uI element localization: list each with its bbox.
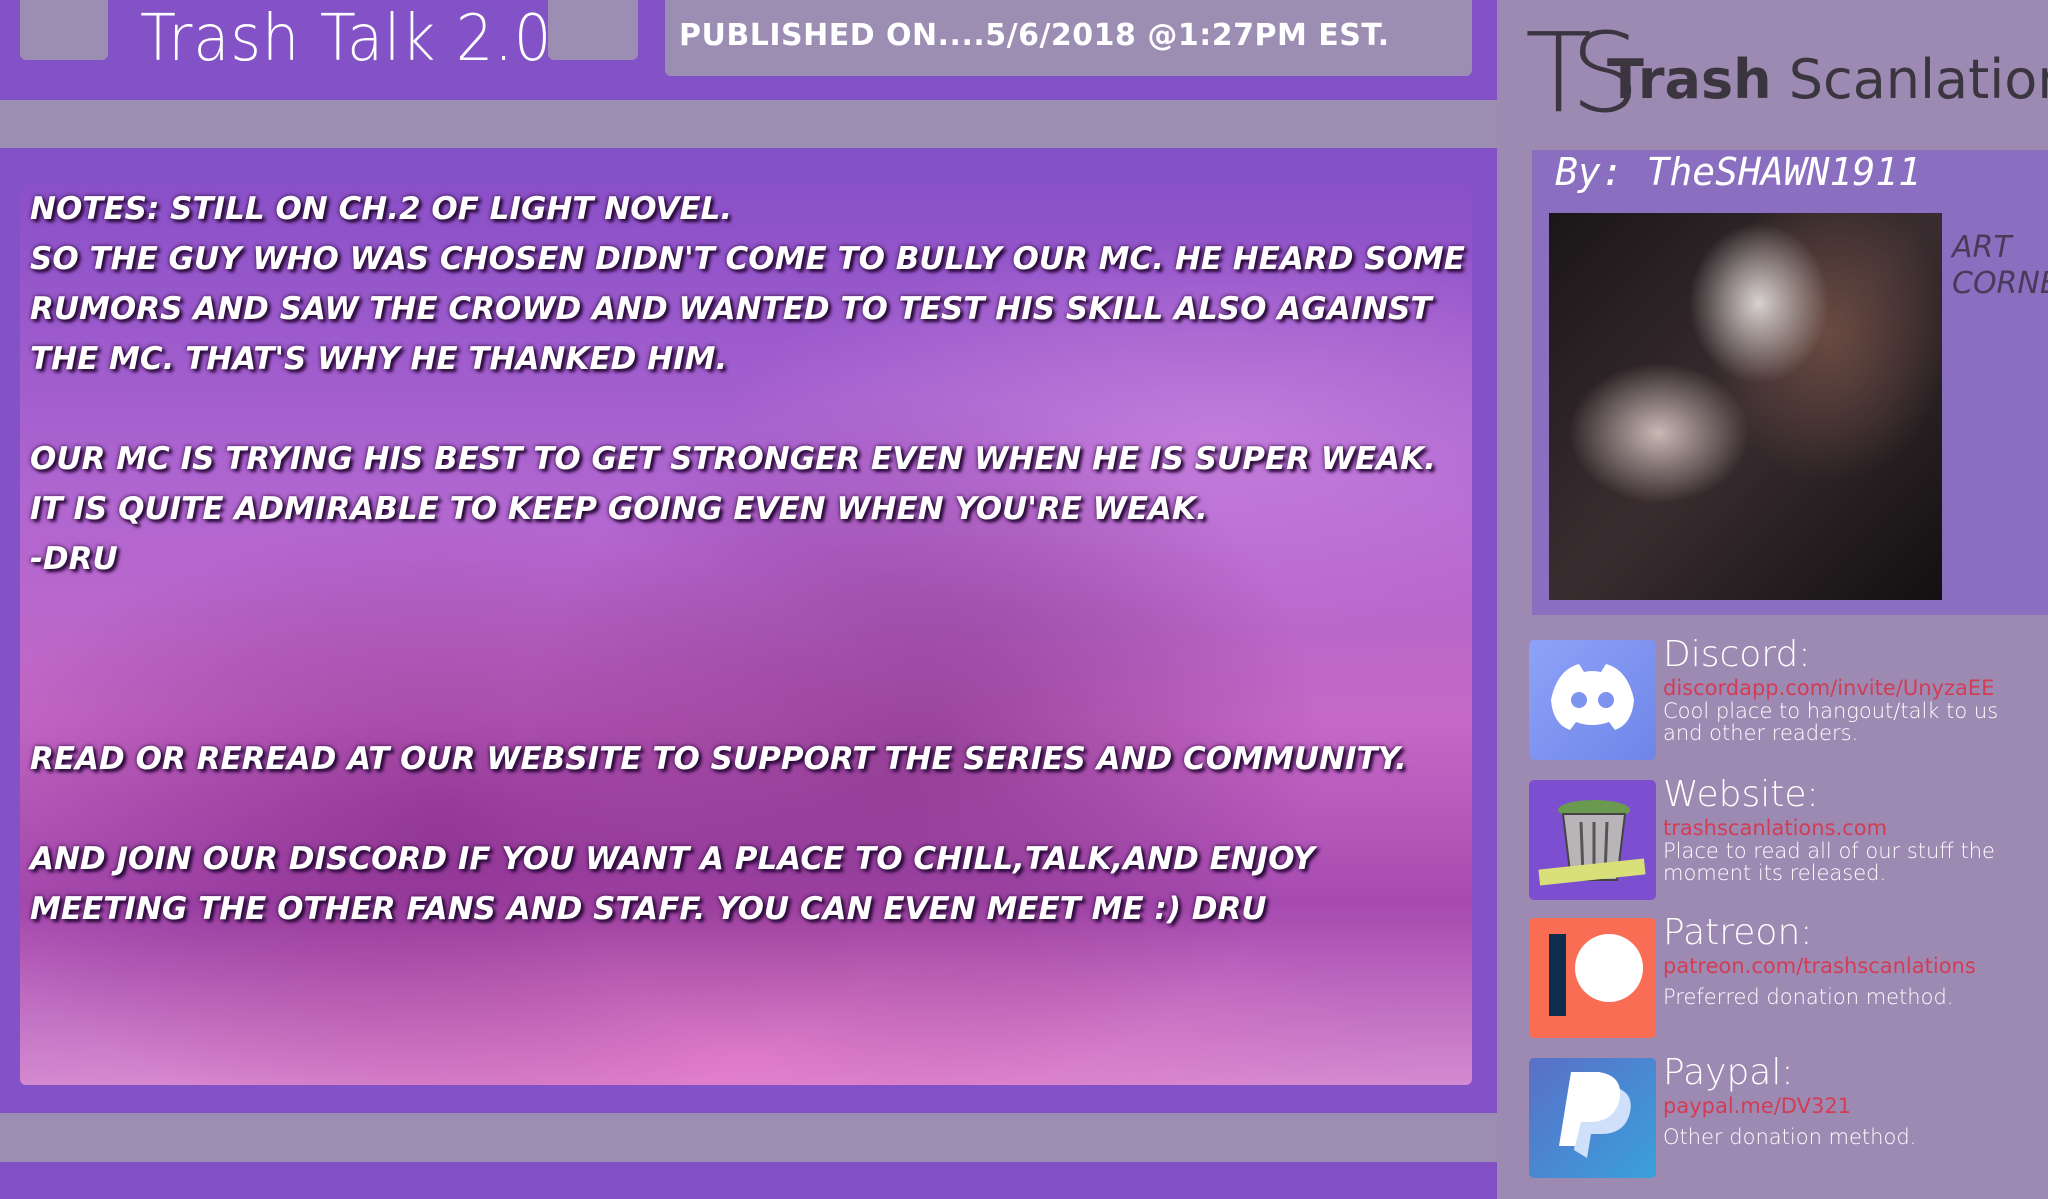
link-url[interactable]: discordapp.com/invite/UnyzaEE <box>1663 676 2043 700</box>
note-line: Our MC is trying his best to get stronge… <box>30 441 1436 527</box>
logo-text-bold: Trash <box>1607 48 1772 111</box>
note-line: Read or reread at our website to support… <box>30 741 1407 777</box>
fan-art-image <box>1549 213 1942 600</box>
header-block-left <box>20 0 108 60</box>
link-url[interactable]: trashscanlations.com <box>1663 816 2043 840</box>
link-url[interactable]: paypal.me/DV321 <box>1663 1094 1916 1118</box>
divider-band <box>0 100 1497 148</box>
patreon-link[interactable]: Patreon: patreon.com/trashscanlations Pref… <box>1529 912 2048 1038</box>
paypal-link[interactable]: Paypal: paypal.me/DV321 Other donation met… <box>1529 1052 2048 1178</box>
translator-notes: Notes: still on ch.2 of light novel. So … <box>30 184 1470 934</box>
art-corner-label: ART CORNER <box>1952 230 2048 301</box>
link-desc: Other donation method. <box>1663 1125 1917 1149</box>
trash-scanlations-logo: TS Trash Scanlations <box>1525 9 2048 137</box>
note-line: And join our discord if you want a place… <box>30 841 1315 927</box>
header-block-right <box>548 0 638 60</box>
logo-text: Scanlations <box>1788 48 2048 111</box>
link-title: Discord: <box>1663 634 1811 675</box>
note-line: Notes: still on ch.2 of light novel. <box>30 191 733 227</box>
discord-link[interactable]: Discord: discordapp.com/invite/UnyzaEE Coo… <box>1529 634 2048 760</box>
link-title: Website: <box>1663 774 1819 815</box>
link-desc: Cool place to hangout/talk to us and oth… <box>1663 699 1999 745</box>
paypal-icon <box>1529 1058 1656 1178</box>
discord-icon <box>1529 640 1656 760</box>
note-line: So the guy who was chosen didn't come to… <box>30 241 1465 377</box>
logo-mark: TS <box>1525 9 1640 137</box>
page-title: Trash Talk 2.0 <box>140 2 553 76</box>
link-desc: Place to read all of our stuff the momen… <box>1663 839 1995 885</box>
link-desc: Preferred donation method. <box>1663 985 1954 1009</box>
link-title: Paypal: <box>1663 1052 1794 1093</box>
link-url[interactable]: patreon.com/trashscanlations <box>1663 954 1976 978</box>
trash-can-icon <box>1529 780 1656 900</box>
link-title: Patreon: <box>1663 912 1813 953</box>
divider-band <box>0 1113 1497 1162</box>
patreon-icon <box>1529 918 1656 1038</box>
website-link[interactable]: Website: trashscanlations.com Place to rea… <box>1529 774 2048 900</box>
note-line: -Dru <box>30 541 118 577</box>
published-date: PUBLISHED ON....5/6/2018 @1:27PM EST. <box>665 0 1472 76</box>
art-credit: By: TheSHAWN1911 <box>1555 150 1922 194</box>
